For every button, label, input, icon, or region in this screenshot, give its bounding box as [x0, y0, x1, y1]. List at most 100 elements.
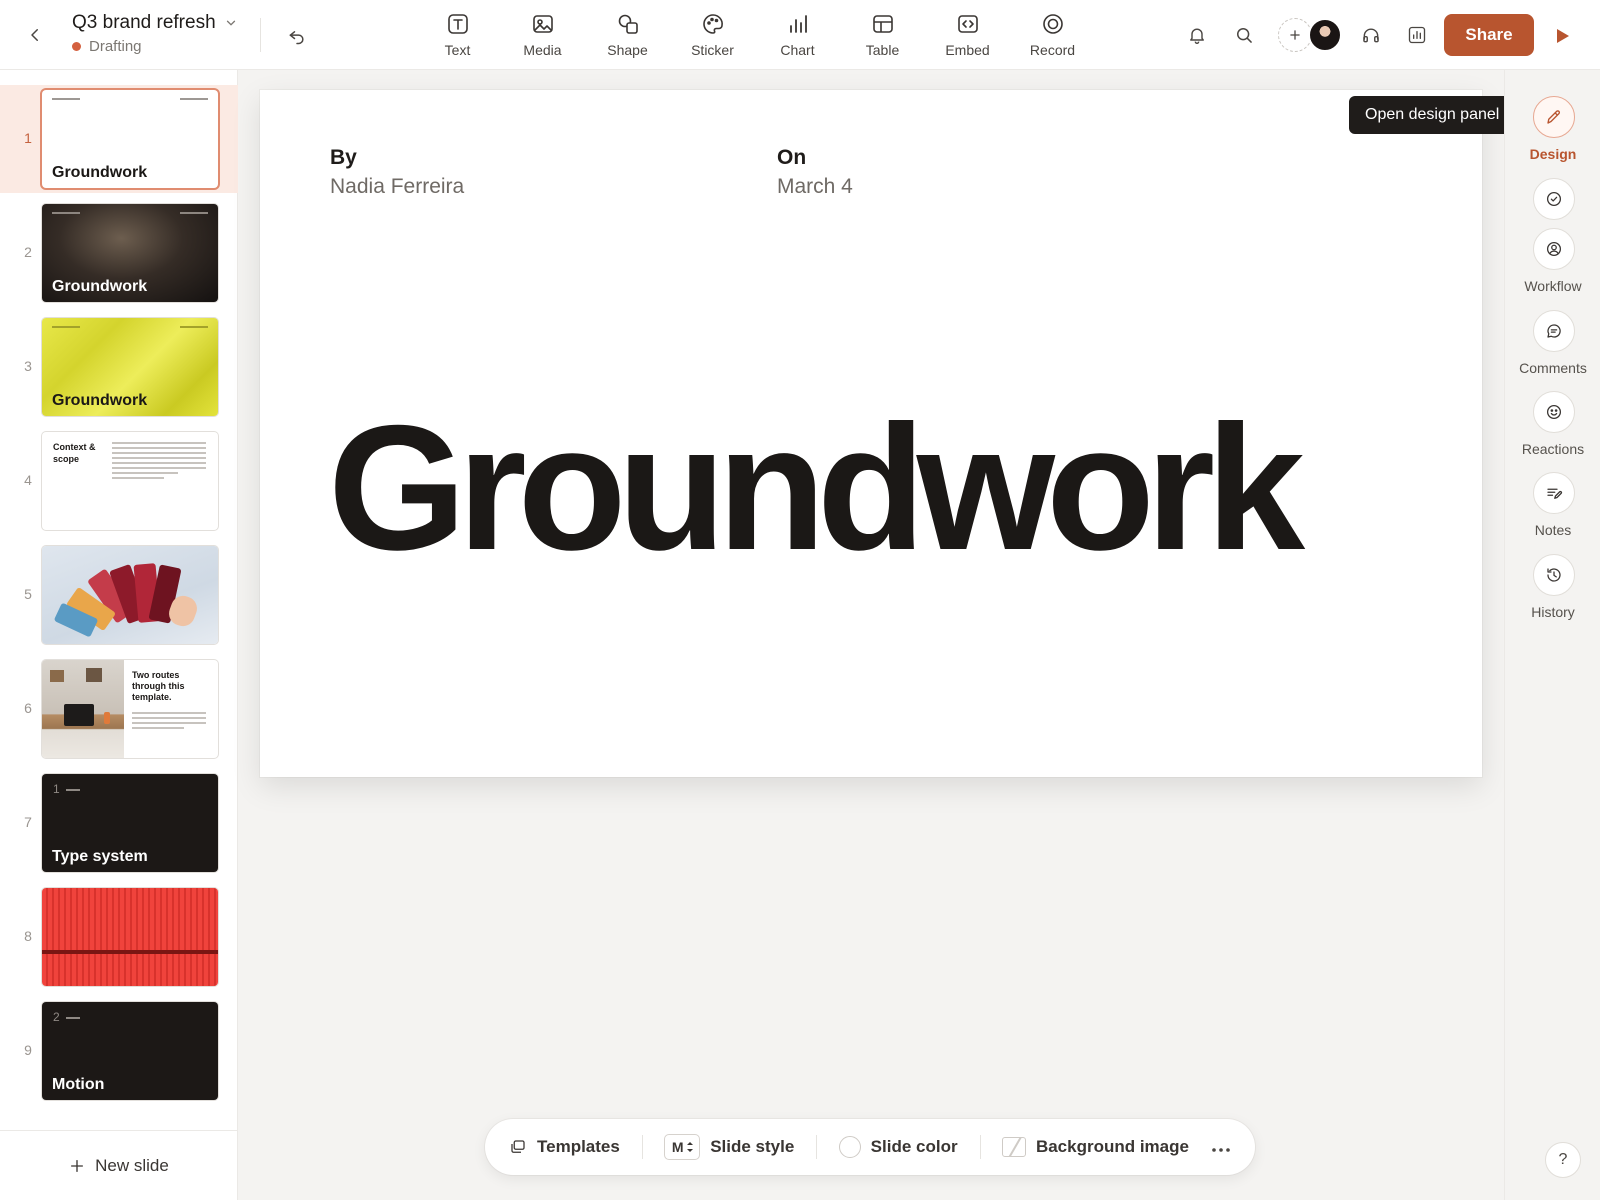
history-button[interactable] — [1533, 554, 1575, 596]
header-divider — [260, 18, 261, 52]
slide-number: 4 — [24, 472, 32, 488]
background-image-label: Background image — [1035, 1137, 1189, 1156]
reactions-button[interactable] — [1533, 391, 1575, 433]
tool-shape[interactable]: Shape — [585, 12, 670, 58]
slide-preview: 1 Type system — [42, 774, 218, 872]
slide-style-label: Slide style — [710, 1137, 795, 1156]
share-button[interactable]: Share — [1444, 14, 1534, 56]
top-bar: Q3 brand refresh Drafting Text Media Sha… — [0, 0, 1600, 70]
by-label[interactable]: By — [330, 146, 357, 170]
new-slide-button[interactable]: New slide — [0, 1130, 238, 1200]
chevron-down-icon — [226, 20, 235, 26]
slide-title: Type system — [52, 848, 148, 865]
design-button[interactable] — [1533, 96, 1575, 138]
new-slide-label: New slide — [95, 1155, 169, 1175]
back-button[interactable] — [22, 22, 48, 48]
author-name[interactable]: Nadia Ferreira — [330, 175, 464, 199]
on-label[interactable]: On — [777, 146, 806, 170]
analytics-button[interactable] — [1404, 22, 1430, 48]
slide-color-label: Slide color — [870, 1137, 958, 1156]
more-options-button[interactable] — [1211, 1136, 1231, 1159]
thumb-text-lines — [132, 712, 206, 729]
tool-embed[interactable]: Embed — [925, 12, 1010, 58]
container-seam — [42, 950, 218, 954]
tool-record-label: Record — [1029, 42, 1076, 58]
slide-title: Groundwork — [52, 278, 148, 295]
slide-number: 3 — [24, 358, 32, 374]
tool-table[interactable]: Table — [840, 12, 925, 58]
slide-thumbnail-4[interactable]: 4 Context & scope — [0, 427, 238, 535]
thumb-rule — [52, 98, 80, 100]
play-icon — [1557, 29, 1569, 43]
date-value[interactable]: March 4 — [777, 175, 853, 199]
tool-chart[interactable]: Chart — [755, 12, 840, 58]
history-icon — [1547, 568, 1561, 582]
slide-title: Groundwork — [52, 392, 148, 409]
bell-icon — [1190, 28, 1204, 44]
slide-preview: Groundwork — [42, 318, 218, 416]
pencil-icon — [1547, 110, 1560, 124]
present-button[interactable] — [1551, 24, 1575, 48]
tool-text[interactable]: Text — [415, 12, 500, 58]
slide-thumbnail-6[interactable]: 6 Two routes through this template. — [0, 655, 238, 763]
insert-toolbar: Text Media Shape Sticker Chart Table Emb… — [415, 12, 1095, 58]
comments-button[interactable] — [1533, 310, 1575, 352]
slide-thumbnail-8[interactable]: 8 — [0, 883, 238, 991]
slide-style-button[interactable]: M Slide style — [664, 1134, 794, 1160]
templates-label: Templates — [537, 1137, 620, 1156]
notes-button[interactable] — [1533, 472, 1575, 514]
text-icon — [447, 14, 468, 34]
office-photo — [42, 660, 124, 758]
chevron-left-icon — [31, 29, 38, 41]
slide-color-button[interactable]: Slide color — [838, 1136, 958, 1158]
slide-preview: Groundwork — [42, 204, 218, 302]
thumb-rule — [52, 212, 80, 214]
tool-table-label: Table — [865, 42, 900, 58]
slide-preview: Two routes through this template. — [42, 660, 218, 758]
comments-label: Comments — [1519, 360, 1587, 376]
tool-media[interactable]: Media — [500, 12, 585, 58]
search-button[interactable] — [1231, 22, 1257, 48]
slide-number: 2 — [24, 244, 32, 260]
slide-thumbnail-9[interactable]: 9 2 Motion — [0, 997, 238, 1105]
slide-number: 1 — [24, 130, 32, 146]
headphones-button[interactable] — [1358, 22, 1384, 48]
slide-title: Two routes through this template. — [132, 670, 185, 702]
slide-preview — [42, 546, 218, 644]
slide-thumbnail-3[interactable]: 3 Groundwork — [0, 313, 238, 421]
slide-thumbnail-1[interactable]: 1 Groundwork — [0, 85, 238, 193]
tool-sticker[interactable]: Sticker — [670, 12, 755, 58]
document-status[interactable]: Drafting — [72, 38, 238, 55]
help-button[interactable]: ? — [1545, 1142, 1581, 1178]
user-circle-icon — [1546, 241, 1562, 257]
document-title-dropdown[interactable]: Q3 brand refresh — [72, 12, 238, 34]
tool-shape-label: Shape — [607, 42, 648, 58]
slide-thumbnail-7[interactable]: 7 1 Type system — [0, 769, 238, 877]
slide-thumbnail-5[interactable]: 5 — [0, 541, 238, 649]
section-index: 2 — [53, 1010, 60, 1024]
slide-main-title[interactable]: Groundwork — [328, 390, 1305, 586]
avatar[interactable] — [1308, 18, 1342, 52]
thumb-rule — [66, 1017, 80, 1019]
record-icon — [1042, 14, 1063, 34]
thumb-rule — [180, 326, 208, 328]
slide-style-badge-text: M — [671, 1139, 684, 1155]
add-collaborator-button[interactable] — [1278, 18, 1312, 52]
background-image-button[interactable]: Background image — [1001, 1137, 1189, 1157]
slide-options-bar: Templates M Slide style Slide color Back… — [485, 1119, 1255, 1175]
slide-canvas[interactable]: By Nadia Ferreira On March 4 Groundwork — [260, 90, 1482, 777]
approval-button[interactable] — [1533, 178, 1575, 220]
slide-panel: 1 Groundwork 2 Groundwork 3 Groundwork 4… — [0, 70, 238, 1200]
undo-button[interactable] — [283, 22, 311, 50]
slide-thumbnail-2[interactable]: 2 Groundwork — [0, 199, 238, 307]
section-index: 1 — [53, 782, 60, 796]
tool-record[interactable]: Record — [1010, 12, 1095, 58]
headphones-icon — [1363, 28, 1379, 43]
tool-sticker-label: Sticker — [691, 42, 734, 58]
tool-media-label: Media — [523, 42, 562, 58]
templates-button[interactable]: Templates — [509, 1137, 620, 1157]
slide-preview: 2 Motion — [42, 1002, 218, 1100]
document-title-area: Q3 brand refresh Drafting — [72, 12, 238, 55]
workflow-button[interactable] — [1533, 228, 1575, 270]
notifications-button[interactable] — [1184, 22, 1210, 48]
